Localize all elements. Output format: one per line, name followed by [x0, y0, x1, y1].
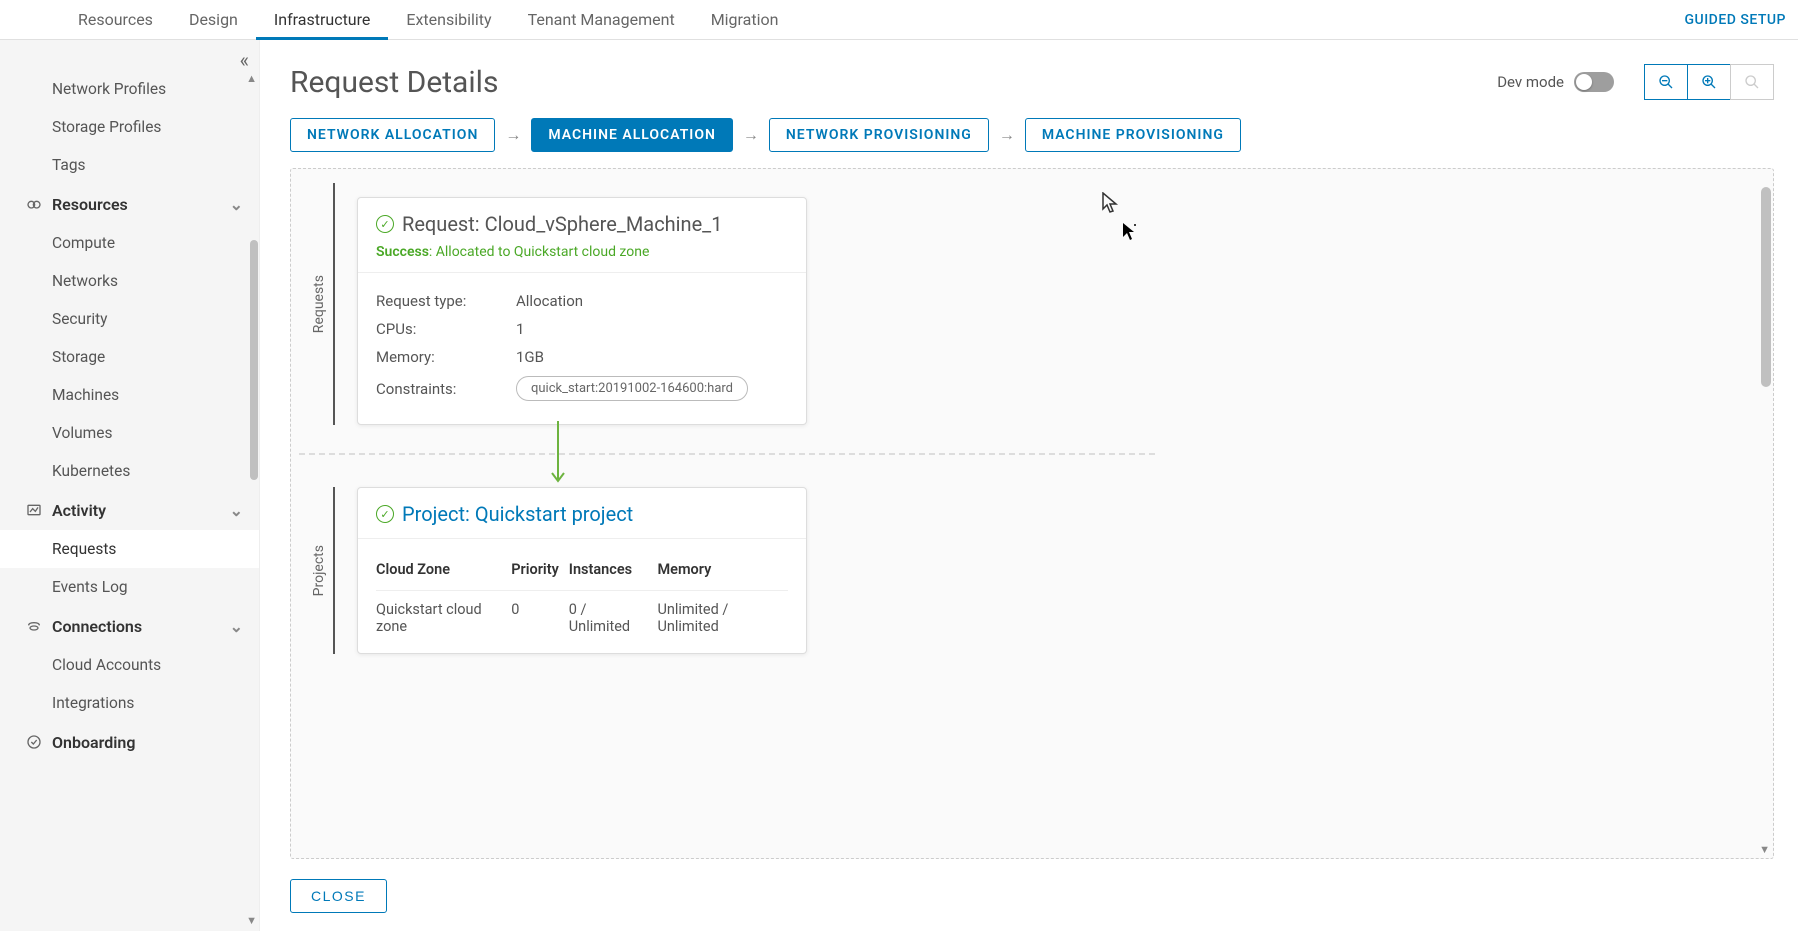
- sidebar-item-network-profiles[interactable]: Network Profiles: [0, 70, 259, 108]
- arrow-right-icon: →: [743, 125, 759, 145]
- sidebar-item-requests[interactable]: Requests: [0, 530, 259, 568]
- sidebar-group-label: Connections: [52, 617, 142, 636]
- zoom-in-icon: [1701, 74, 1717, 90]
- page-title: Request Details: [290, 65, 498, 100]
- chevron-down-icon: ⌄: [230, 195, 243, 214]
- zoom-icon: [1744, 74, 1760, 90]
- sidebar: « Network Profiles Storage Profiles Tags…: [0, 40, 260, 931]
- value-cpus: 1: [516, 320, 524, 338]
- top-nav: Resources Design Infrastructure Extensib…: [0, 0, 1798, 40]
- phase-chips: NETWORK ALLOCATION → MACHINE ALLOCATION …: [290, 118, 1774, 152]
- sidebar-group-onboarding[interactable]: Onboarding: [0, 722, 259, 762]
- value-request-type: Allocation: [516, 292, 583, 310]
- sidebar-group-label: Onboarding: [52, 733, 135, 752]
- sidebar-item-volumes[interactable]: Volumes: [0, 414, 259, 452]
- lane-divider: [299, 453, 1155, 455]
- flow-connector-icon: [549, 421, 567, 487]
- project-zone-table: Cloud Zone Priority Instances Memory Qui…: [376, 553, 788, 635]
- zoom-out-icon: [1658, 74, 1674, 90]
- value-memory: 1GB: [516, 348, 544, 366]
- sidebar-item-storage[interactable]: Storage: [0, 338, 259, 376]
- tab-extensibility[interactable]: Extensibility: [388, 0, 509, 40]
- request-card-title: Request: Cloud_vSphere_Machine_1: [402, 212, 722, 236]
- dev-mode-label: Dev mode: [1497, 73, 1564, 91]
- project-card-title-link[interactable]: Project: Quickstart project: [402, 502, 633, 526]
- chip-network-provisioning[interactable]: NETWORK PROVISIONING: [769, 118, 989, 152]
- tab-tenant-management[interactable]: Tenant Management: [510, 0, 693, 40]
- arrow-right-icon: →: [999, 125, 1015, 145]
- onboarding-icon: [24, 732, 44, 752]
- resources-icon: [24, 194, 44, 214]
- sidebar-item-security[interactable]: Security: [0, 300, 259, 338]
- col-priority: Priority: [511, 553, 569, 591]
- main-content: Request Details Dev mode NETW: [260, 40, 1798, 931]
- label-memory: Memory:: [376, 348, 516, 366]
- sidebar-item-storage-profiles[interactable]: Storage Profiles: [0, 108, 259, 146]
- label-request-type: Request type:: [376, 292, 516, 310]
- close-button[interactable]: CLOSE: [290, 879, 387, 913]
- sidebar-group-activity[interactable]: Activity ⌄: [0, 490, 259, 530]
- col-cloud-zone: Cloud Zone: [376, 553, 511, 591]
- request-status: Success: Allocated to Quickstart cloud z…: [376, 244, 788, 260]
- cell-priority: 0: [511, 591, 569, 636]
- label-cpus: CPUs:: [376, 320, 516, 338]
- table-row: Quickstart cloud zone 0 0 / Unlimited Un…: [376, 591, 788, 636]
- sidebar-group-label: Resources: [52, 195, 128, 214]
- sidebar-scrollbar[interactable]: [249, 80, 259, 891]
- cell-cloud-zone: Quickstart cloud zone: [376, 591, 511, 636]
- chevron-down-icon: ⌄: [230, 501, 243, 520]
- tab-design[interactable]: Design: [171, 0, 256, 40]
- chip-machine-provisioning[interactable]: MACHINE PROVISIONING: [1025, 118, 1241, 152]
- sidebar-group-label: Activity: [52, 501, 106, 520]
- zoom-out-button[interactable]: [1644, 64, 1688, 100]
- constraint-pill: quick_start:20191002-164600:hard: [516, 376, 748, 401]
- canvas-scrollbar[interactable]: [1761, 187, 1771, 387]
- zoom-controls: [1644, 64, 1774, 100]
- label-constraints: Constraints:: [376, 380, 516, 398]
- tab-resources[interactable]: Resources: [60, 0, 171, 40]
- sidebar-item-events-log[interactable]: Events Log: [0, 568, 259, 606]
- chip-network-allocation[interactable]: NETWORK ALLOCATION: [290, 118, 495, 152]
- success-check-icon: [376, 215, 394, 233]
- flow-canvas: ▼ Requests Request: Cloud_vSphere_Machin…: [290, 168, 1774, 859]
- zoom-in-button[interactable]: [1687, 64, 1731, 100]
- arrow-right-icon: →: [505, 125, 521, 145]
- scroll-down-icon[interactable]: ▼: [246, 914, 257, 927]
- chip-machine-allocation[interactable]: MACHINE ALLOCATION: [531, 118, 733, 152]
- sidebar-item-machines[interactable]: Machines: [0, 376, 259, 414]
- cell-instances: 0 / Unlimited: [569, 591, 658, 636]
- sidebar-group-resources[interactable]: Resources ⌄: [0, 184, 259, 224]
- sidebar-group-connections[interactable]: Connections ⌄: [0, 606, 259, 646]
- tab-migration[interactable]: Migration: [693, 0, 797, 40]
- sidebar-item-integrations[interactable]: Integrations: [0, 684, 259, 722]
- lane-label-requests: Requests: [305, 183, 335, 425]
- guided-setup-link[interactable]: GUIDED SETUP: [1685, 12, 1786, 28]
- success-check-icon: [376, 505, 394, 523]
- connections-icon: [24, 616, 44, 636]
- sidebar-item-cloud-accounts[interactable]: Cloud Accounts: [0, 646, 259, 684]
- project-card: Project: Quickstart project Cloud Zone P…: [357, 487, 807, 654]
- sidebar-item-kubernetes[interactable]: Kubernetes: [0, 452, 259, 490]
- dev-mode-toggle[interactable]: [1574, 72, 1614, 92]
- zoom-reset-button: [1730, 64, 1774, 100]
- request-card: Request: Cloud_vSphere_Machine_1 Success…: [357, 197, 807, 425]
- activity-icon: [24, 500, 44, 520]
- sidebar-item-tags[interactable]: Tags: [0, 146, 259, 184]
- chevron-down-icon: ⌄: [230, 617, 243, 636]
- cell-memory: Unlimited / Unlimited: [657, 591, 788, 636]
- col-instances: Instances: [569, 553, 658, 591]
- sidebar-item-networks[interactable]: Networks: [0, 262, 259, 300]
- scroll-down-icon[interactable]: ▼: [1759, 843, 1770, 856]
- tab-infrastructure[interactable]: Infrastructure: [256, 0, 388, 40]
- lane-label-projects: Projects: [305, 487, 335, 654]
- sidebar-item-compute[interactable]: Compute: [0, 224, 259, 262]
- col-memory: Memory: [657, 553, 788, 591]
